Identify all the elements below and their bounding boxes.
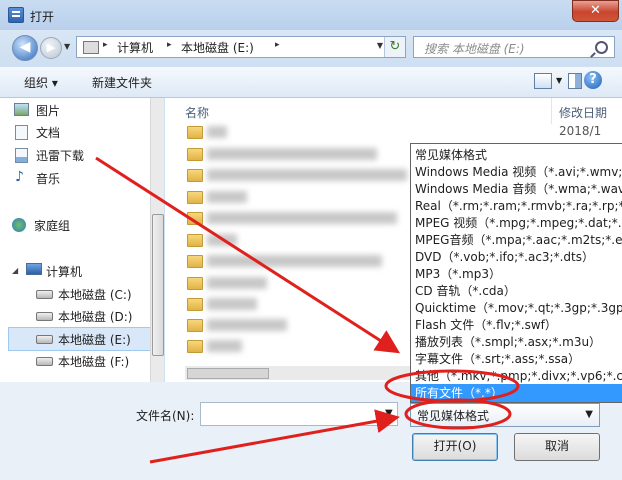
annotation-overlay: [95, 156, 520, 464]
annotation-circle: [384, 369, 520, 403]
annotation-circle: [404, 398, 512, 430]
annotation-arrow: [95, 156, 401, 354]
annotation-arrow: [149, 409, 400, 464]
